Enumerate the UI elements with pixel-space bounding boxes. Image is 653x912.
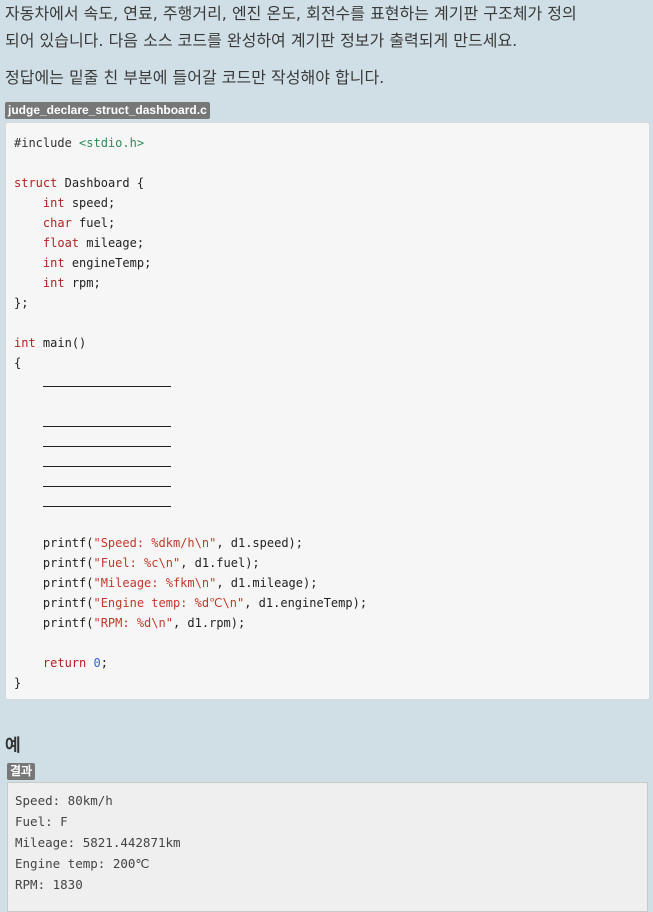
printf-call: printf( xyxy=(42,616,94,630)
return-value: 0 xyxy=(93,656,101,670)
example-title: 예 xyxy=(5,736,21,756)
output-line: Speed: 80km/h xyxy=(15,793,113,808)
field-type: float xyxy=(42,236,80,250)
source-code: #include <stdio.h> struct Dashboard { in… xyxy=(14,133,367,693)
output-line: Mileage: 5821.442871km xyxy=(15,835,181,850)
format-string: "Fuel: %c\n" xyxy=(93,556,181,570)
output-line: RPM: 1830 xyxy=(15,877,83,892)
include-directive: #include xyxy=(14,136,72,150)
include-header: <stdio.h> xyxy=(79,136,145,150)
file-name-badge: judge_declare_struct_dashboard.c xyxy=(5,102,210,119)
field-type: int xyxy=(42,196,65,210)
field-name: speed; xyxy=(71,196,116,210)
format-string: "Engine temp: %d℃\n" xyxy=(93,596,245,610)
answer-note: 정답에는 밑줄 친 부분에 들어갈 코드만 작성해야 합니다. xyxy=(5,68,385,87)
printf-args: , d1.rpm); xyxy=(172,616,246,630)
result-output-box: Speed: 80km/h Fuel: F Mileage: 5821.4428… xyxy=(7,782,648,912)
result-badge: 결과 xyxy=(7,763,36,780)
answer-blank[interactable] xyxy=(42,473,171,487)
printf-args: , d1.mileage); xyxy=(216,576,318,590)
struct-name: Dashboard { xyxy=(64,176,145,190)
answer-blank[interactable] xyxy=(42,453,171,467)
printf-call: printf( xyxy=(42,576,94,590)
field-name: fuel; xyxy=(79,216,116,230)
printf-args: , d1.speed); xyxy=(216,536,304,550)
main-close-brace: } xyxy=(14,676,22,690)
printf-args: , d1.fuel); xyxy=(180,556,260,570)
result-output: Speed: 80km/h Fuel: F Mileage: 5821.4428… xyxy=(15,790,181,895)
struct-keyword: struct xyxy=(14,176,58,190)
format-string: "RPM: %d\n" xyxy=(93,616,173,630)
field-name: mileage; xyxy=(86,236,145,250)
return-semicolon: ; xyxy=(100,656,108,670)
struct-close: }; xyxy=(14,296,29,310)
field-type: int xyxy=(42,276,65,290)
main-return-type: int xyxy=(14,336,36,350)
answer-blank[interactable] xyxy=(42,413,171,427)
format-string: "Mileage: %fkm\n" xyxy=(93,576,217,590)
output-line: Fuel: F xyxy=(15,814,68,829)
output-line: Engine temp: 200℃ xyxy=(15,856,150,871)
printf-args: , d1.engineTemp); xyxy=(244,596,368,610)
code-block: #include <stdio.h> struct Dashboard { in… xyxy=(5,122,650,700)
main-signature: main() xyxy=(42,336,87,350)
field-type: int xyxy=(42,256,65,270)
answer-blank[interactable] xyxy=(42,433,171,447)
field-type: char xyxy=(42,216,72,230)
field-name: engineTemp; xyxy=(71,256,152,270)
description-line-1: 자동차에서 속도, 연료, 주행거리, 엔진 온도, 회전수를 표현하는 계기판… xyxy=(5,4,577,23)
format-string: "Speed: %dkm/h\n" xyxy=(93,536,217,550)
printf-call: printf( xyxy=(42,596,94,610)
printf-call: printf( xyxy=(42,556,94,570)
answer-blank[interactable] xyxy=(42,493,171,507)
description-line-2: 되어 있습니다. 다음 소스 코드를 완성하여 계기판 정보가 출력되게 만드세… xyxy=(5,31,518,50)
answer-blank[interactable] xyxy=(42,373,171,387)
problem-description: 자동차에서 속도, 연료, 주행거리, 엔진 온도, 회전수를 표현하는 계기판… xyxy=(5,0,653,54)
printf-call: printf( xyxy=(42,536,94,550)
return-keyword: return xyxy=(42,656,87,670)
field-name: rpm; xyxy=(71,276,101,290)
main-open-brace: { xyxy=(14,356,22,370)
